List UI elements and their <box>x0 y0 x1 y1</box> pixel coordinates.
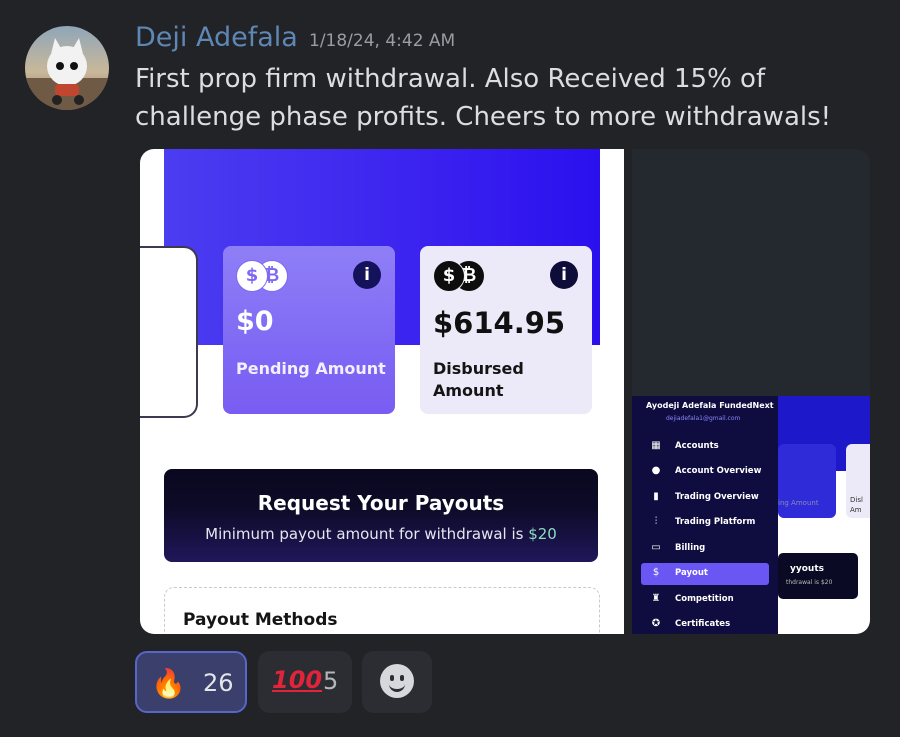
author-name[interactable]: Deji Adefala <box>135 22 298 53</box>
sidebar-item-account-overview[interactable]: ● Account Overview <box>641 461 769 483</box>
reaction-fire[interactable]: 🔥 26 <box>135 651 247 713</box>
sidebar-item-competition[interactable]: ♜ Competition <box>641 589 769 611</box>
reaction-count: 26 <box>203 669 234 697</box>
grid-icon: ▦ <box>651 440 661 451</box>
sidebar-item-accounts[interactable]: ▦ Accounts <box>641 436 769 458</box>
sidebar-item-trading-overview[interactable]: ▮ Trading Overview <box>641 487 769 509</box>
sidebar-item-trading-platform[interactable]: ⫶ Trading Platform <box>641 512 769 534</box>
sidebar-menu: Ayodeji Adefala FundedNext dejiadefala1@… <box>632 396 778 634</box>
sidebar-item-payout[interactable]: $ Payout <box>641 563 769 585</box>
account-name: Ayodeji Adefala FundedNext <box>646 401 774 410</box>
add-reaction-button[interactable] <box>362 651 432 713</box>
disbursed-amount-label: Disbursed Amount <box>433 359 524 400</box>
coins-icon: $ ₿ <box>433 260 487 292</box>
background-dashboard-peek: ing Amount Disl Am yyouts thdrawal is $20 <box>778 396 870 634</box>
minimum-payout-text: Minimum payout amount for withdrawal is … <box>205 525 557 543</box>
bar-chart-icon: ▮ <box>653 491 659 502</box>
message-text: First prop firm withdrawal. Also Receive… <box>135 64 832 132</box>
payout-methods-section: Payout Methods <box>164 587 600 634</box>
disbursed-amount-value: $614.95 <box>433 306 566 340</box>
sidebar-item-billing[interactable]: ▭ Billing <box>641 538 769 560</box>
add-reaction-icon <box>380 664 414 698</box>
attachment-image-dashboard[interactable]: $ ₿ i $0 Pending Amount $ ₿ i $614.95 Di… <box>140 149 624 634</box>
sidebar-item-certificates[interactable]: ✪ Certificates <box>641 614 769 634</box>
chart-icon: ⫶ <box>654 516 658 527</box>
user-icon: ● <box>651 465 661 476</box>
payout-methods-title: Payout Methods <box>183 610 338 630</box>
info-icon[interactable]: i <box>550 261 578 289</box>
reaction-count: 5 <box>323 667 339 695</box>
disbursed-amount-card: $ ₿ i $614.95 Disbursed Amount <box>420 246 592 414</box>
info-icon[interactable]: i <box>353 261 381 289</box>
minimum-payout-amount: $20 <box>528 525 557 543</box>
message-timestamp: 1/18/24, 4:42 AM <box>309 31 456 51</box>
reaction-hundred[interactable]: 100 5 <box>258 651 352 713</box>
trophy-icon: ♜ <box>651 593 661 604</box>
pending-amount-value: $0 <box>236 306 274 337</box>
dollar-icon: $ <box>652 567 660 578</box>
attachment-image-menu[interactable]: Ayodeji Adefala FundedNext dejiadefala1@… <box>632 149 870 634</box>
partial-card <box>140 246 198 418</box>
fire-emoji-icon: 🔥 <box>151 667 186 700</box>
request-payouts-title: Request Your Payouts <box>257 491 505 515</box>
pending-amount-label: Pending Amount <box>236 359 386 378</box>
request-payouts-banner[interactable]: Request Your Payouts Minimum payout amou… <box>164 469 598 562</box>
account-email: dejiadefala1@gmail.com <box>666 415 741 422</box>
pending-amount-card: $ ₿ i $0 Pending Amount <box>223 246 395 414</box>
badge-icon: ✪ <box>651 618 661 629</box>
hundred-emoji-icon: 100 <box>272 666 323 694</box>
avatar[interactable] <box>25 26 109 110</box>
coins-icon: $ ₿ <box>236 260 290 292</box>
card-icon: ▭ <box>651 542 661 553</box>
